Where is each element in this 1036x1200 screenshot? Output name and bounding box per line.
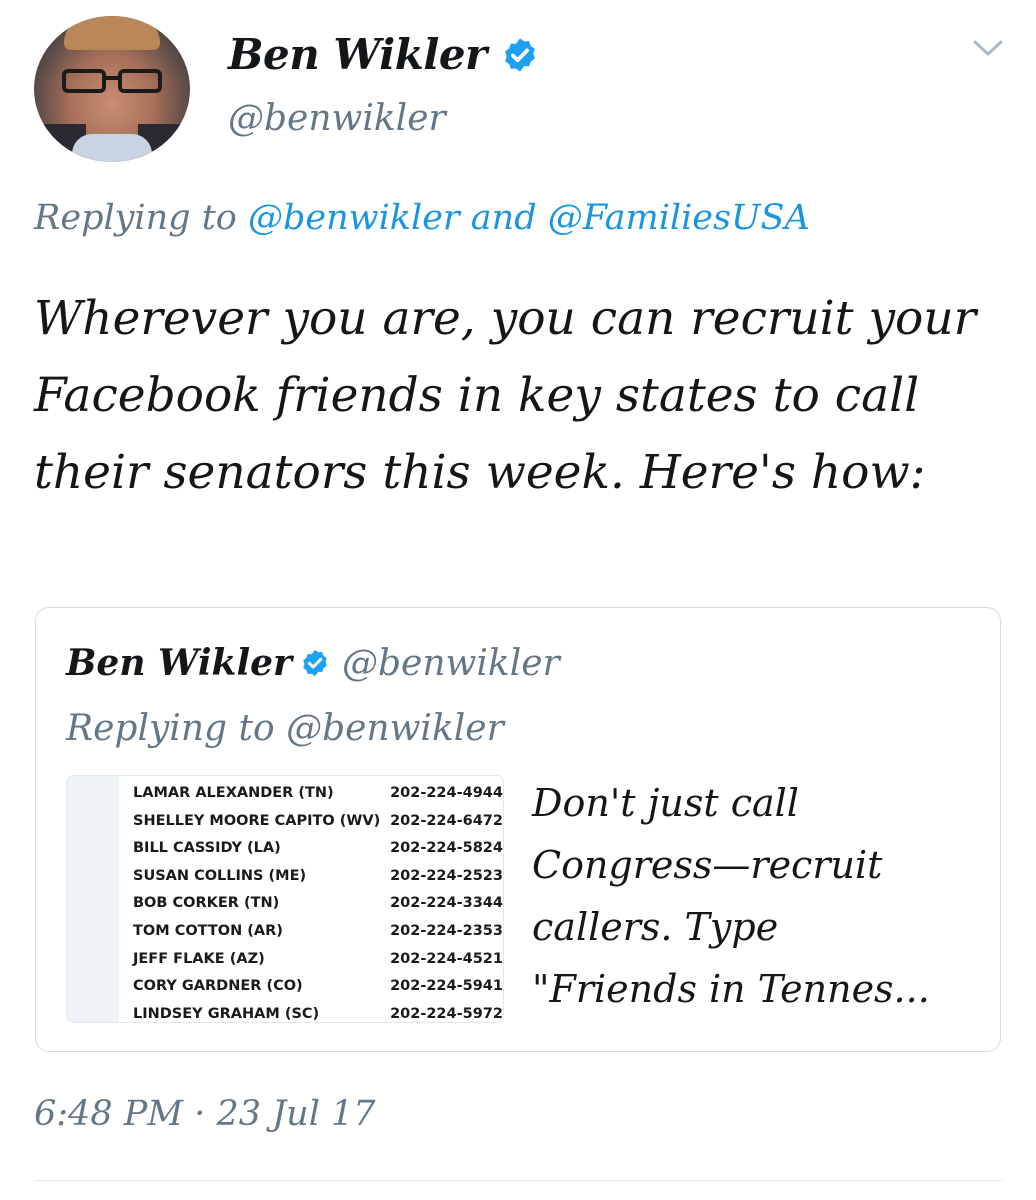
quoted-tweet-image[interactable]: LAMAR ALEXANDER (TN) 202-224-4944 SHELLEY … [66, 775, 504, 1023]
quoted-author-handle: @benwikler [342, 642, 560, 684]
senator-name: CORY GARDNER (CO) [133, 978, 303, 995]
senator-phone: 202-224-5941 [390, 978, 503, 995]
senator-row: CORY GARDNER (CO) 202-224-5941 [133, 972, 503, 1000]
avatar[interactable] [34, 16, 190, 162]
senator-row: LAMAR ALEXANDER (TN) 202-224-4944 [133, 779, 503, 807]
quoted-author-name: Ben Wikler [66, 642, 293, 684]
senator-phone: 202-224-2523 [390, 867, 503, 884]
verified-badge-icon [504, 37, 535, 72]
avatar-shirt [72, 134, 152, 162]
reply-prefix: Replying to [34, 198, 237, 238]
reply-user-link-1[interactable]: @benwikler [248, 198, 460, 238]
senator-phone: 202-224-4944 [390, 785, 503, 801]
senator-name: SHELLEY MOORE CAPITO (WV) [133, 812, 381, 829]
senator-phone: 202-224-4521 [390, 950, 503, 967]
quoted-text-line: Congress—recruit [532, 843, 883, 887]
senator-row: TOM COTTON (AR) 202-224-2353 [133, 917, 503, 945]
senator-name: BILL CASSIDY (LA) [133, 840, 281, 857]
senator-row: LINDSEY GRAHAM (SC) 202-224-5972 [133, 1000, 503, 1022]
quoted-text-line: callers. Type [532, 905, 779, 949]
divider [34, 1180, 1002, 1181]
quoted-reply-context: Replying to @benwikler [66, 708, 504, 749]
senator-row: BOB CORKER (TN) 202-224-3344 [133, 889, 503, 917]
senator-name: TOM COTTON (AR) [133, 923, 283, 939]
senator-phone: 202-224-6472 [390, 812, 503, 829]
senator-name: SUSAN COLLINS (ME) [133, 867, 307, 884]
avatar-hair [64, 16, 160, 50]
senator-phone: 202-224-5824 [390, 840, 503, 857]
reply-context: Replying to @benwikler and @FamiliesUSA [34, 198, 810, 238]
senator-name: LINDSEY GRAHAM (SC) [133, 1005, 320, 1022]
senator-row: BILL CASSIDY (LA) 202-224-5824 [133, 834, 503, 862]
quoted-tweet-card[interactable]: Ben Wikler @benwikler Replying to @benwi… [35, 607, 1001, 1052]
quoted-author-row: Ben Wikler @benwikler [66, 642, 560, 684]
image-side-stripe [67, 776, 119, 1022]
author-name-row[interactable]: Ben Wikler [228, 30, 539, 79]
author-handle[interactable]: @benwikler [228, 98, 446, 139]
tweet-timestamp[interactable]: 6:48 PM · 23 Jul 17 [34, 1094, 376, 1134]
reply-user-link-2[interactable]: @FamiliesUSA [548, 198, 810, 238]
senator-phone: 202-224-5972 [390, 1005, 503, 1022]
verified-badge-icon [303, 649, 327, 677]
senator-name: LAMAR ALEXANDER (TN) [133, 785, 334, 801]
quoted-tweet-text: Don't just call Congress—recruit callers… [532, 772, 992, 1020]
avatar-glasses [62, 69, 162, 93]
chevron-down-icon[interactable] [972, 38, 1004, 58]
senator-row: JEFF FLAKE (AZ) 202-224-4521 [133, 945, 503, 973]
senator-name: JEFF FLAKE (AZ) [133, 950, 265, 967]
senator-phone: 202-224-2353 [390, 923, 503, 939]
senator-row: SUSAN COLLINS (ME) 202-224-2523 [133, 862, 503, 890]
reply-and: and [470, 198, 537, 238]
senator-name: BOB CORKER (TN) [133, 895, 280, 912]
senator-row: SHELLEY MOORE CAPITO (WV) 202-224-6472 [133, 807, 503, 835]
tweet-text: Wherever you are, you can recruit your F… [34, 291, 977, 500]
quoted-text-line: Don't just call [532, 781, 799, 825]
quoted-text-line: "Friends in Tennes... [532, 967, 930, 1011]
senator-phone: 202-224-3344 [390, 895, 503, 912]
author-display-name[interactable]: Ben Wikler [228, 30, 487, 79]
